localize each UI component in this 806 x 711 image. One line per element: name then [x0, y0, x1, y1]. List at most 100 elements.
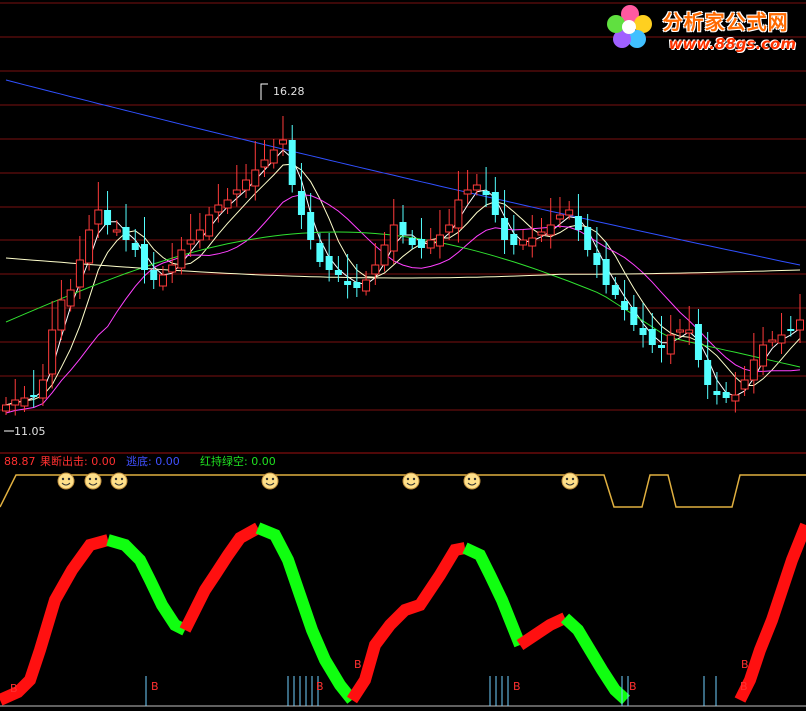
candle-body: [232, 189, 241, 195]
smiley-eye: [88, 477, 92, 481]
candle-body: [546, 224, 555, 236]
smiley-face: [110, 472, 128, 490]
red-hold-step: [346, 542, 467, 704]
smiley-eye: [265, 477, 269, 481]
smiley-eye: [271, 477, 275, 481]
candle-body: [472, 184, 481, 191]
candle-body: [269, 149, 278, 164]
candle-body: [749, 359, 758, 381]
buy-marker-b: B: [10, 682, 18, 695]
smiley-face: [561, 472, 579, 490]
candle-body: [344, 281, 352, 285]
candle-body: [482, 191, 490, 195]
smiley-eye: [61, 477, 65, 481]
logo-url: www.88gs.com: [668, 35, 796, 53]
smiley-icon: [402, 472, 420, 490]
smiley-eye: [412, 477, 416, 481]
green-empty-step: [106, 534, 188, 636]
buy-marker-b: B: [316, 680, 324, 693]
candle-body: [48, 329, 57, 375]
candle-body: [242, 179, 251, 191]
indicator-item-escape: 逃底: 0.00: [126, 454, 180, 468]
red-hold-step: [516, 612, 568, 650]
candle-body: [297, 191, 305, 215]
candle-body: [722, 392, 730, 398]
smiley-face: [261, 472, 279, 490]
candle-body: [426, 239, 435, 249]
buy-marker-b: B: [740, 680, 748, 693]
candle-body: [584, 227, 592, 250]
smiley-face: [84, 472, 102, 490]
smiley-eye: [94, 477, 98, 481]
smiley-icon: [261, 472, 279, 490]
candle-body: [362, 279, 371, 292]
candle-body: [565, 209, 574, 216]
candle-body: [491, 192, 499, 215]
candle-body: [399, 222, 407, 235]
buy-marker-b: B: [151, 680, 159, 693]
green-empty-step: [462, 542, 526, 648]
candle-body: [740, 379, 749, 390]
candle-body: [112, 229, 121, 233]
red-hold-step: [0, 534, 110, 706]
logo-title: 分析家公式网: [662, 10, 789, 34]
candle-body: [454, 199, 463, 229]
smiley-icon: [463, 472, 481, 490]
high-marker-icon: [260, 83, 268, 100]
indicator-item-hold: 红持绿空: 0.00: [200, 454, 276, 468]
smiley-eye: [565, 477, 569, 481]
stock-chart: 16.28 11.05 88.87 果断出击: 0.00 逃底: 0.00 红持…: [0, 2, 806, 707]
smiley-face: [57, 472, 75, 490]
buy-marker-b: B: [629, 680, 637, 693]
smiley-icon: [110, 472, 128, 490]
candle-body: [768, 339, 777, 343]
candle-body: [528, 237, 537, 247]
candle-body: [195, 229, 204, 241]
green-empty-step: [255, 522, 357, 704]
candle-body: [85, 229, 94, 264]
candle-body: [389, 224, 398, 252]
candle-body: [621, 301, 629, 310]
candle-body: [353, 282, 361, 288]
smiley-eye: [114, 477, 118, 481]
smiley-face: [402, 472, 420, 490]
candle-body: [307, 212, 315, 240]
candle-body: [787, 329, 795, 331]
candle-body: [555, 214, 564, 220]
candle-body: [57, 299, 66, 331]
candle-body: [140, 244, 148, 270]
candle-body: [445, 224, 454, 233]
buy-marker-b: B: [354, 658, 362, 671]
candle-body: [278, 139, 287, 145]
candle-body: [694, 324, 702, 360]
candle-body: [288, 140, 296, 185]
smiley-icon: [84, 472, 102, 490]
candle-body: [177, 249, 186, 269]
candle-body: [150, 270, 158, 280]
candle-body: [94, 209, 103, 225]
candle-body: [463, 189, 472, 195]
candle-body: [519, 239, 528, 246]
flower-logo-icon: [606, 5, 652, 48]
site-logo: 分析家公式网 www.88gs.com: [606, 5, 796, 53]
candle-body: [759, 344, 768, 367]
green-empty-step: [560, 613, 631, 705]
smiley-eye: [120, 477, 124, 481]
candle-body: [371, 264, 380, 275]
candle-body: [168, 264, 177, 273]
candle-body: [537, 231, 546, 236]
candle-body: [122, 227, 130, 240]
candle-body: [777, 334, 786, 344]
candle-body: [205, 214, 214, 237]
smiley-icon: [561, 472, 579, 490]
candle-body: [639, 328, 647, 335]
ma120-line: [5, 257, 801, 279]
candle-body: [510, 234, 518, 245]
high-price-label: 16.28: [273, 85, 305, 98]
candle-body: [602, 259, 610, 285]
candle-body: [417, 239, 425, 248]
candle-body: [408, 238, 416, 245]
smiley-face: [463, 472, 481, 490]
candle-body: [380, 244, 389, 266]
candle-body: [2, 404, 10, 412]
